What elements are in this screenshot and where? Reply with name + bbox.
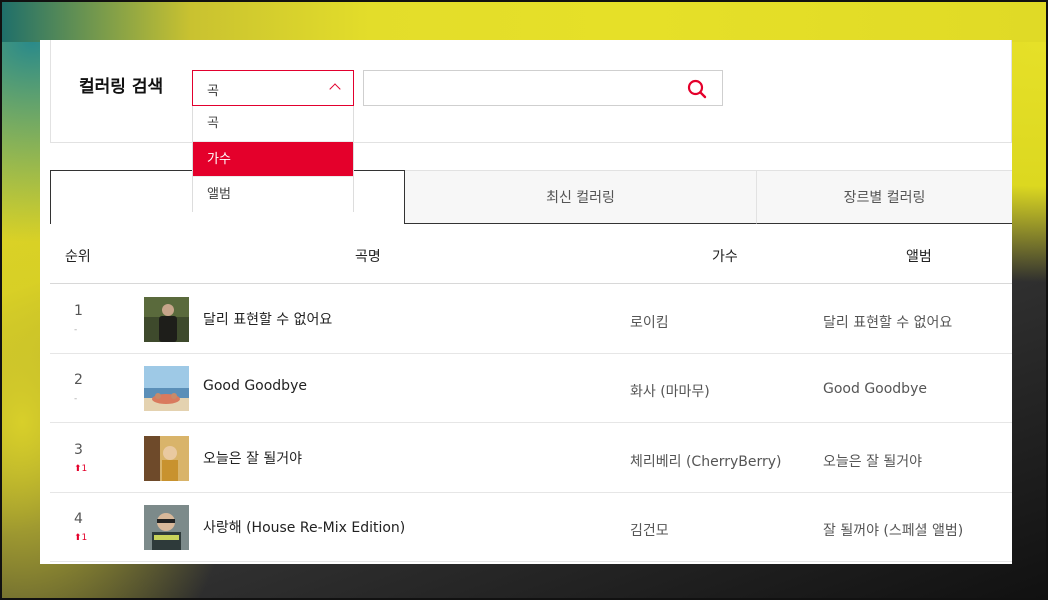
header-rank: 순위 — [65, 249, 91, 265]
search-type-select[interactable]: 곡 — [192, 70, 354, 106]
album-cover-thumbnail[interactable] — [144, 366, 189, 411]
song-title[interactable]: 오늘은 잘 될거야 — [203, 448, 302, 468]
artist-name[interactable]: 김건모 — [630, 520, 669, 540]
search-type-dropdown: 곡 가수 앨범 — [192, 106, 354, 212]
tab-latest[interactable]: 최신 컬러링 — [405, 170, 757, 224]
dropdown-option-song[interactable]: 곡 — [193, 106, 353, 141]
header-album: 앨범 — [906, 249, 932, 265]
table-row[interactable]: 2 - Good Goodbye 화사 (마마무) Good Goodbye — [50, 354, 1012, 423]
rank-change-value: 1 — [81, 533, 88, 543]
rank-change-up: ⬆1 — [74, 533, 88, 543]
artist-name[interactable]: 화사 (마마무) — [630, 381, 710, 401]
song-title[interactable]: 사랑해 (House Re-Mix Edition) — [203, 517, 405, 537]
song-title[interactable]: 달리 표현할 수 없어요 — [203, 309, 332, 329]
album-cover-thumbnail[interactable] — [144, 297, 189, 342]
search-icon[interactable] — [686, 78, 708, 100]
album-cover-thumbnail[interactable] — [144, 505, 189, 550]
rank-number: 2 — [74, 372, 83, 388]
table-row[interactable]: 1 - 달리 표현할 수 없어요 로이킴 달리 표현할 수 없어요 — [50, 285, 1012, 354]
search-title: 컬러링 검색 — [79, 77, 164, 97]
rank-change-up: ⬆1 — [74, 464, 88, 474]
rank-change: - — [74, 394, 78, 404]
header-song: 곡명 — [355, 249, 381, 265]
artist-name[interactable]: 체리베리 (CherryBerry) — [630, 451, 781, 471]
table-row[interactable]: 4 ⬆1 사랑해 (House Re-Mix Edition) 김건모 잘 될꺼… — [50, 493, 1012, 562]
chevron-up-icon — [329, 83, 341, 95]
header-artist: 가수 — [712, 249, 738, 265]
table-row[interactable]: 3 ⬆1 오늘은 잘 될거야 체리베리 (CherryBerry) 오늘은 잘 … — [50, 424, 1012, 493]
album-name[interactable]: 달리 표현할 수 없어요 — [823, 312, 952, 332]
table-header: 순위 곡명 가수 앨범 — [50, 224, 1012, 284]
album-name[interactable]: 잘 될꺼야 (스페셜 앨범) — [823, 520, 963, 540]
rank-change-value: 1 — [81, 464, 88, 474]
tab-genre[interactable]: 장르별 컬러링 — [757, 170, 1012, 224]
rank-number: 1 — [74, 303, 83, 319]
dropdown-option-artist[interactable]: 가수 — [193, 141, 353, 176]
ringtone-panel: 컬러링 검색 곡 곡 가수 앨범 최신 컬러링 장르별 컬러링 순위 곡명 가수… — [40, 40, 1012, 564]
album-name[interactable]: Good Goodbye — [823, 381, 927, 397]
rank-number: 3 — [74, 442, 83, 458]
search-input[interactable] — [363, 70, 723, 106]
rank-change: - — [74, 325, 78, 335]
album-cover-thumbnail[interactable] — [144, 436, 189, 481]
song-title[interactable]: Good Goodbye — [203, 378, 307, 394]
search-section: 컬러링 검색 곡 곡 가수 앨범 — [50, 40, 1012, 212]
search-type-value: 곡 — [207, 84, 219, 99]
artist-name[interactable]: 로이킴 — [630, 312, 669, 332]
rank-number: 4 — [74, 511, 83, 527]
album-name[interactable]: 오늘은 잘 될거야 — [823, 451, 922, 471]
background-frame: 컬러링 검색 곡 곡 가수 앨범 최신 컬러링 장르별 컬러링 순위 곡명 가수… — [0, 0, 1048, 600]
dropdown-option-album[interactable]: 앨범 — [193, 176, 353, 211]
